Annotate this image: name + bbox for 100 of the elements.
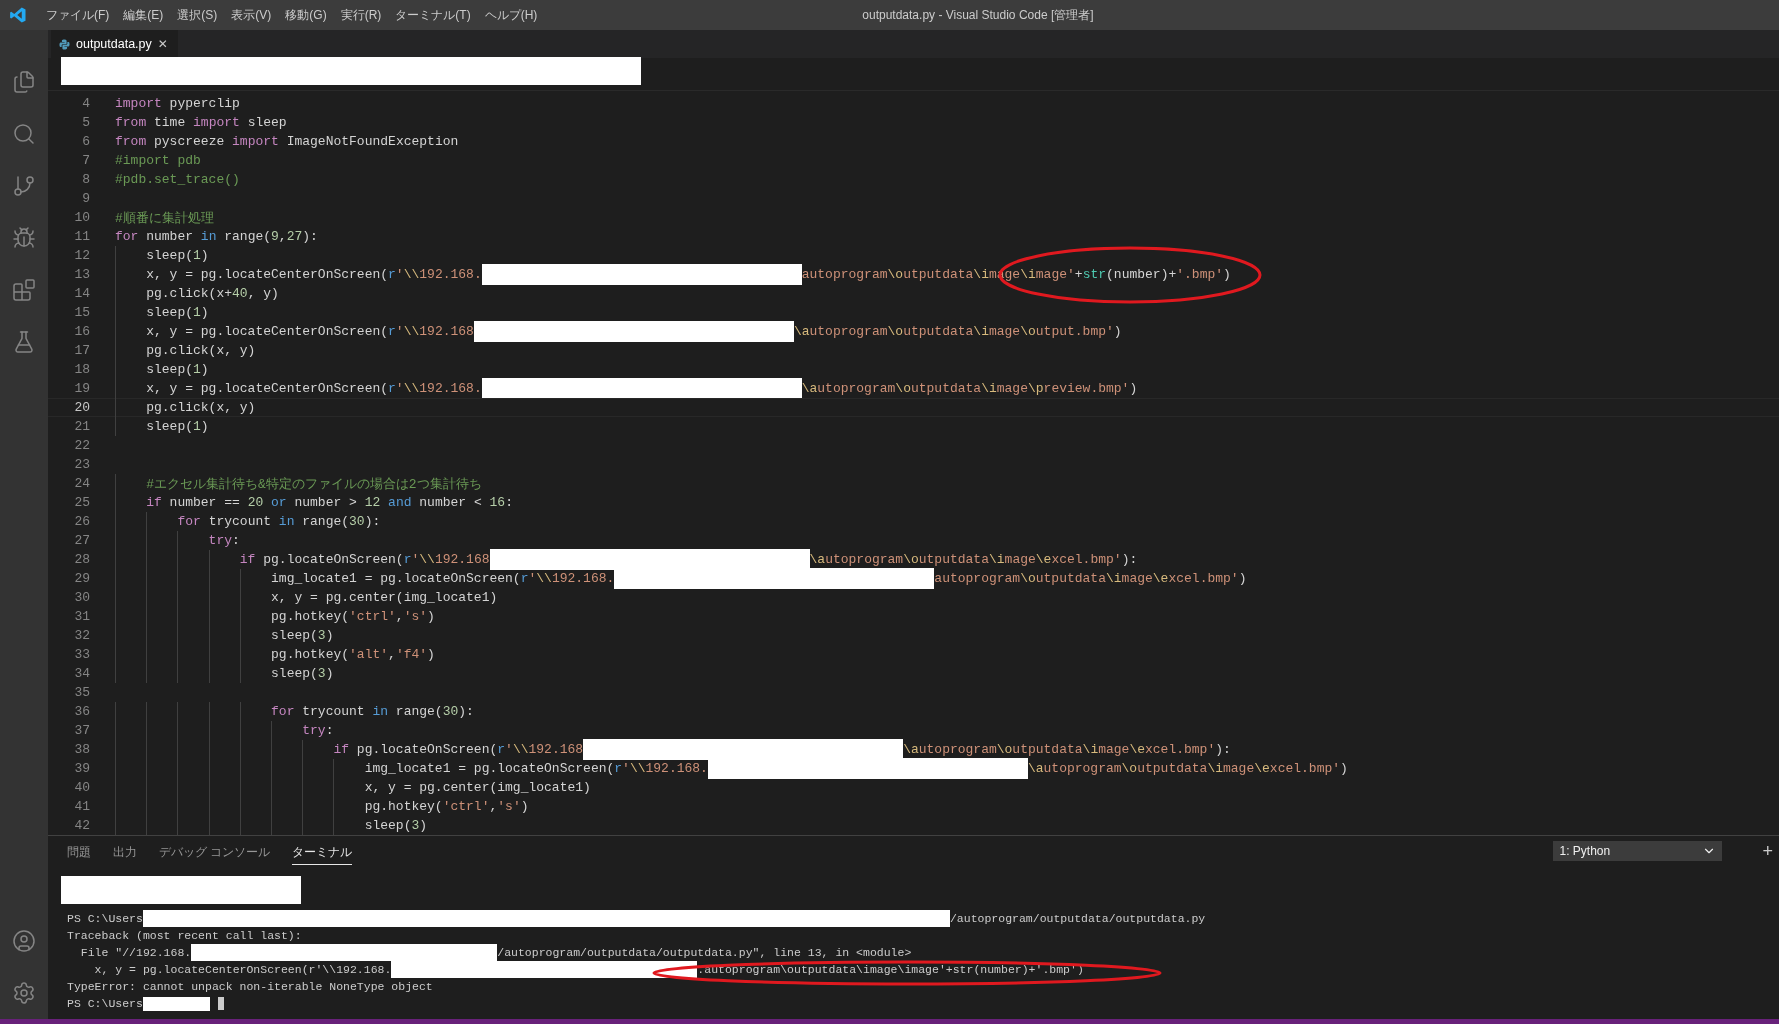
line-number: 14	[73, 286, 91, 301]
line-number: 22	[73, 438, 91, 453]
line-number: 18	[73, 362, 91, 377]
menu-item[interactable]: 編集(E)	[116, 6, 171, 24]
line-number: 34	[73, 666, 91, 681]
line-number: 9	[81, 191, 91, 206]
terminal-text: PS C:\Users	[67, 997, 143, 1010]
line-number: 30	[73, 590, 91, 605]
code-text: if pg.locateOnScreen(r'\\192.168	[238, 552, 490, 567]
line-number: 4	[81, 96, 91, 111]
line-number: 13	[73, 267, 91, 282]
line-number: 23	[73, 457, 91, 472]
line-number: 39	[73, 761, 91, 776]
flask-icon[interactable]	[12, 330, 36, 354]
code-text: autoprogram\outputdata\image\excel.bmp')	[934, 571, 1247, 586]
panel-tab[interactable]: ターミナル	[292, 837, 353, 865]
code-text: for trycount in range(30):	[270, 704, 474, 719]
code-text: sleep(1)	[145, 362, 209, 377]
line-number: 16	[73, 324, 91, 339]
terminal-text: TypeError: cannot unpack non-iterable NoneType object	[67, 980, 433, 993]
line-number: 7	[81, 153, 91, 168]
window-title: outputdata.py - Visual Studio Code [管理者]	[862, 6, 1094, 24]
menu-item[interactable]: ファイル(F)	[39, 6, 117, 24]
line-number: 41	[73, 799, 91, 814]
code-text: img_locate1 = pg.locateOnScreen(r'\\192.168.	[363, 761, 708, 776]
tab-label: outputdata.py	[76, 37, 152, 51]
terminal-dropdown[interactable]: 1: Python	[1553, 841, 1723, 861]
code-text: pg.hotkey('alt','f4')	[270, 647, 435, 662]
code-text: try:	[207, 533, 240, 548]
line-number: 35	[73, 685, 91, 700]
panel-tab[interactable]: デバッグ コンソール	[159, 837, 271, 865]
line-number: 24	[73, 476, 91, 491]
menu-item[interactable]: 表示(V)	[224, 6, 279, 24]
add-terminal-button[interactable]: +	[1762, 840, 1773, 862]
code-text: x, y = pg.locateCenterOnScreen(r'\\192.168.	[145, 267, 482, 282]
code-text: x, y = pg.center(img_locate1)	[270, 590, 498, 605]
line-number: 42	[73, 818, 91, 833]
code-text: img_locate1 = pg.locateOnScreen(r'\\192.168.	[270, 571, 615, 586]
code-text: if number == 20 or number > 12 and number < 16:	[145, 495, 513, 510]
code-text: x, y = pg.locateCenterOnScreen(r'\\192.168	[145, 324, 474, 339]
branch-icon[interactable]	[12, 174, 36, 198]
code-text: sleep(1)	[145, 248, 209, 263]
close-icon[interactable]: ✕	[157, 37, 168, 51]
line-number: 6	[81, 134, 91, 149]
editor-tab[interactable]: outputdata.py ✕	[51, 30, 178, 58]
explorer-icon[interactable]	[12, 70, 36, 94]
line-number: 11	[73, 229, 91, 244]
terminal-text: Traceback (most recent call last):	[67, 929, 302, 942]
line-number: 31	[73, 609, 91, 624]
code-text: from pyscreeze import ImageNotFoundException	[115, 134, 459, 149]
line-number: 12	[73, 248, 91, 263]
line-number: 8	[81, 172, 91, 187]
code-text: pg.click(x+40, y)	[145, 286, 279, 301]
code-text: \autoprogram\outputdata\image\excel.bmp'):	[809, 552, 1138, 567]
terminal-text: File "//192.168.	[79, 946, 192, 959]
line-number: 29	[73, 571, 91, 586]
code-text: pg.hotkey('ctrl','s')	[270, 609, 435, 624]
terminal-text: /autoprogram/outputdata/outputdata.py", line 13, in <module>	[497, 946, 912, 959]
code-text: \autoprogram\outputdata\image\preview.bmp')	[801, 381, 1138, 396]
bug-icon[interactable]	[12, 226, 36, 250]
code-text: #順番に集計処理	[115, 209, 214, 227]
line-number: 19	[73, 381, 91, 396]
line-number: 33	[73, 647, 91, 662]
line-number: 40	[73, 780, 91, 795]
line-number: 27	[73, 533, 91, 548]
menu-item[interactable]: 移動(G)	[278, 6, 334, 24]
line-number: 21	[73, 419, 91, 434]
code-text: pg.hotkey('ctrl','s')	[363, 799, 529, 814]
code-text: from time import sleep	[115, 115, 287, 130]
line-number: 5	[81, 115, 91, 130]
panel-tab[interactable]: 出力	[113, 837, 137, 865]
menu-item[interactable]: ターミナル(T)	[388, 6, 478, 24]
panel-tab[interactable]: 問題	[67, 837, 91, 865]
code-text: import pyperclip	[115, 96, 240, 111]
python-file-icon	[59, 38, 70, 50]
account-icon[interactable]	[12, 929, 36, 953]
code-text: pg.click(x, y)	[145, 343, 256, 358]
code-text: sleep(1)	[145, 305, 209, 320]
menu-item[interactable]: 選択(S)	[170, 6, 225, 24]
app-logo-icon	[9, 6, 27, 24]
settings-icon[interactable]	[12, 981, 36, 1005]
code-text: x, y = pg.locateCenterOnScreen(r'\\192.168.	[145, 381, 482, 396]
line-number: 26	[73, 514, 91, 529]
line-number: 28	[73, 552, 91, 567]
redaction-block	[142, 996, 210, 1011]
code-text: sleep(3)	[363, 818, 428, 833]
code-text: \autoprogram\outputdata\image\excel.bmp')	[1027, 761, 1348, 776]
menu-item[interactable]: 実行(R)	[333, 6, 389, 24]
terminal-text: /autoprogram/outputdata/outputdata.py	[949, 912, 1206, 925]
terminal-text: x, y = pg.locateCenterOnScreen(r'\\192.168.	[93, 963, 392, 976]
code-text: #エクセル集計待ち&特定のファイルの場合は2つ集計待ち	[145, 475, 482, 493]
menu-item[interactable]: ヘルプ(H)	[477, 6, 545, 24]
line-number: 32	[73, 628, 91, 643]
search-icon[interactable]	[12, 122, 36, 146]
code-text: if pg.locateOnScreen(r'\\192.168	[332, 742, 584, 757]
line-number: 37	[73, 723, 91, 738]
code-text: pg.click(x, y)	[145, 400, 256, 415]
line-number: 17	[73, 343, 91, 358]
line-number: 25	[73, 495, 91, 510]
extensions-icon[interactable]	[12, 278, 36, 302]
